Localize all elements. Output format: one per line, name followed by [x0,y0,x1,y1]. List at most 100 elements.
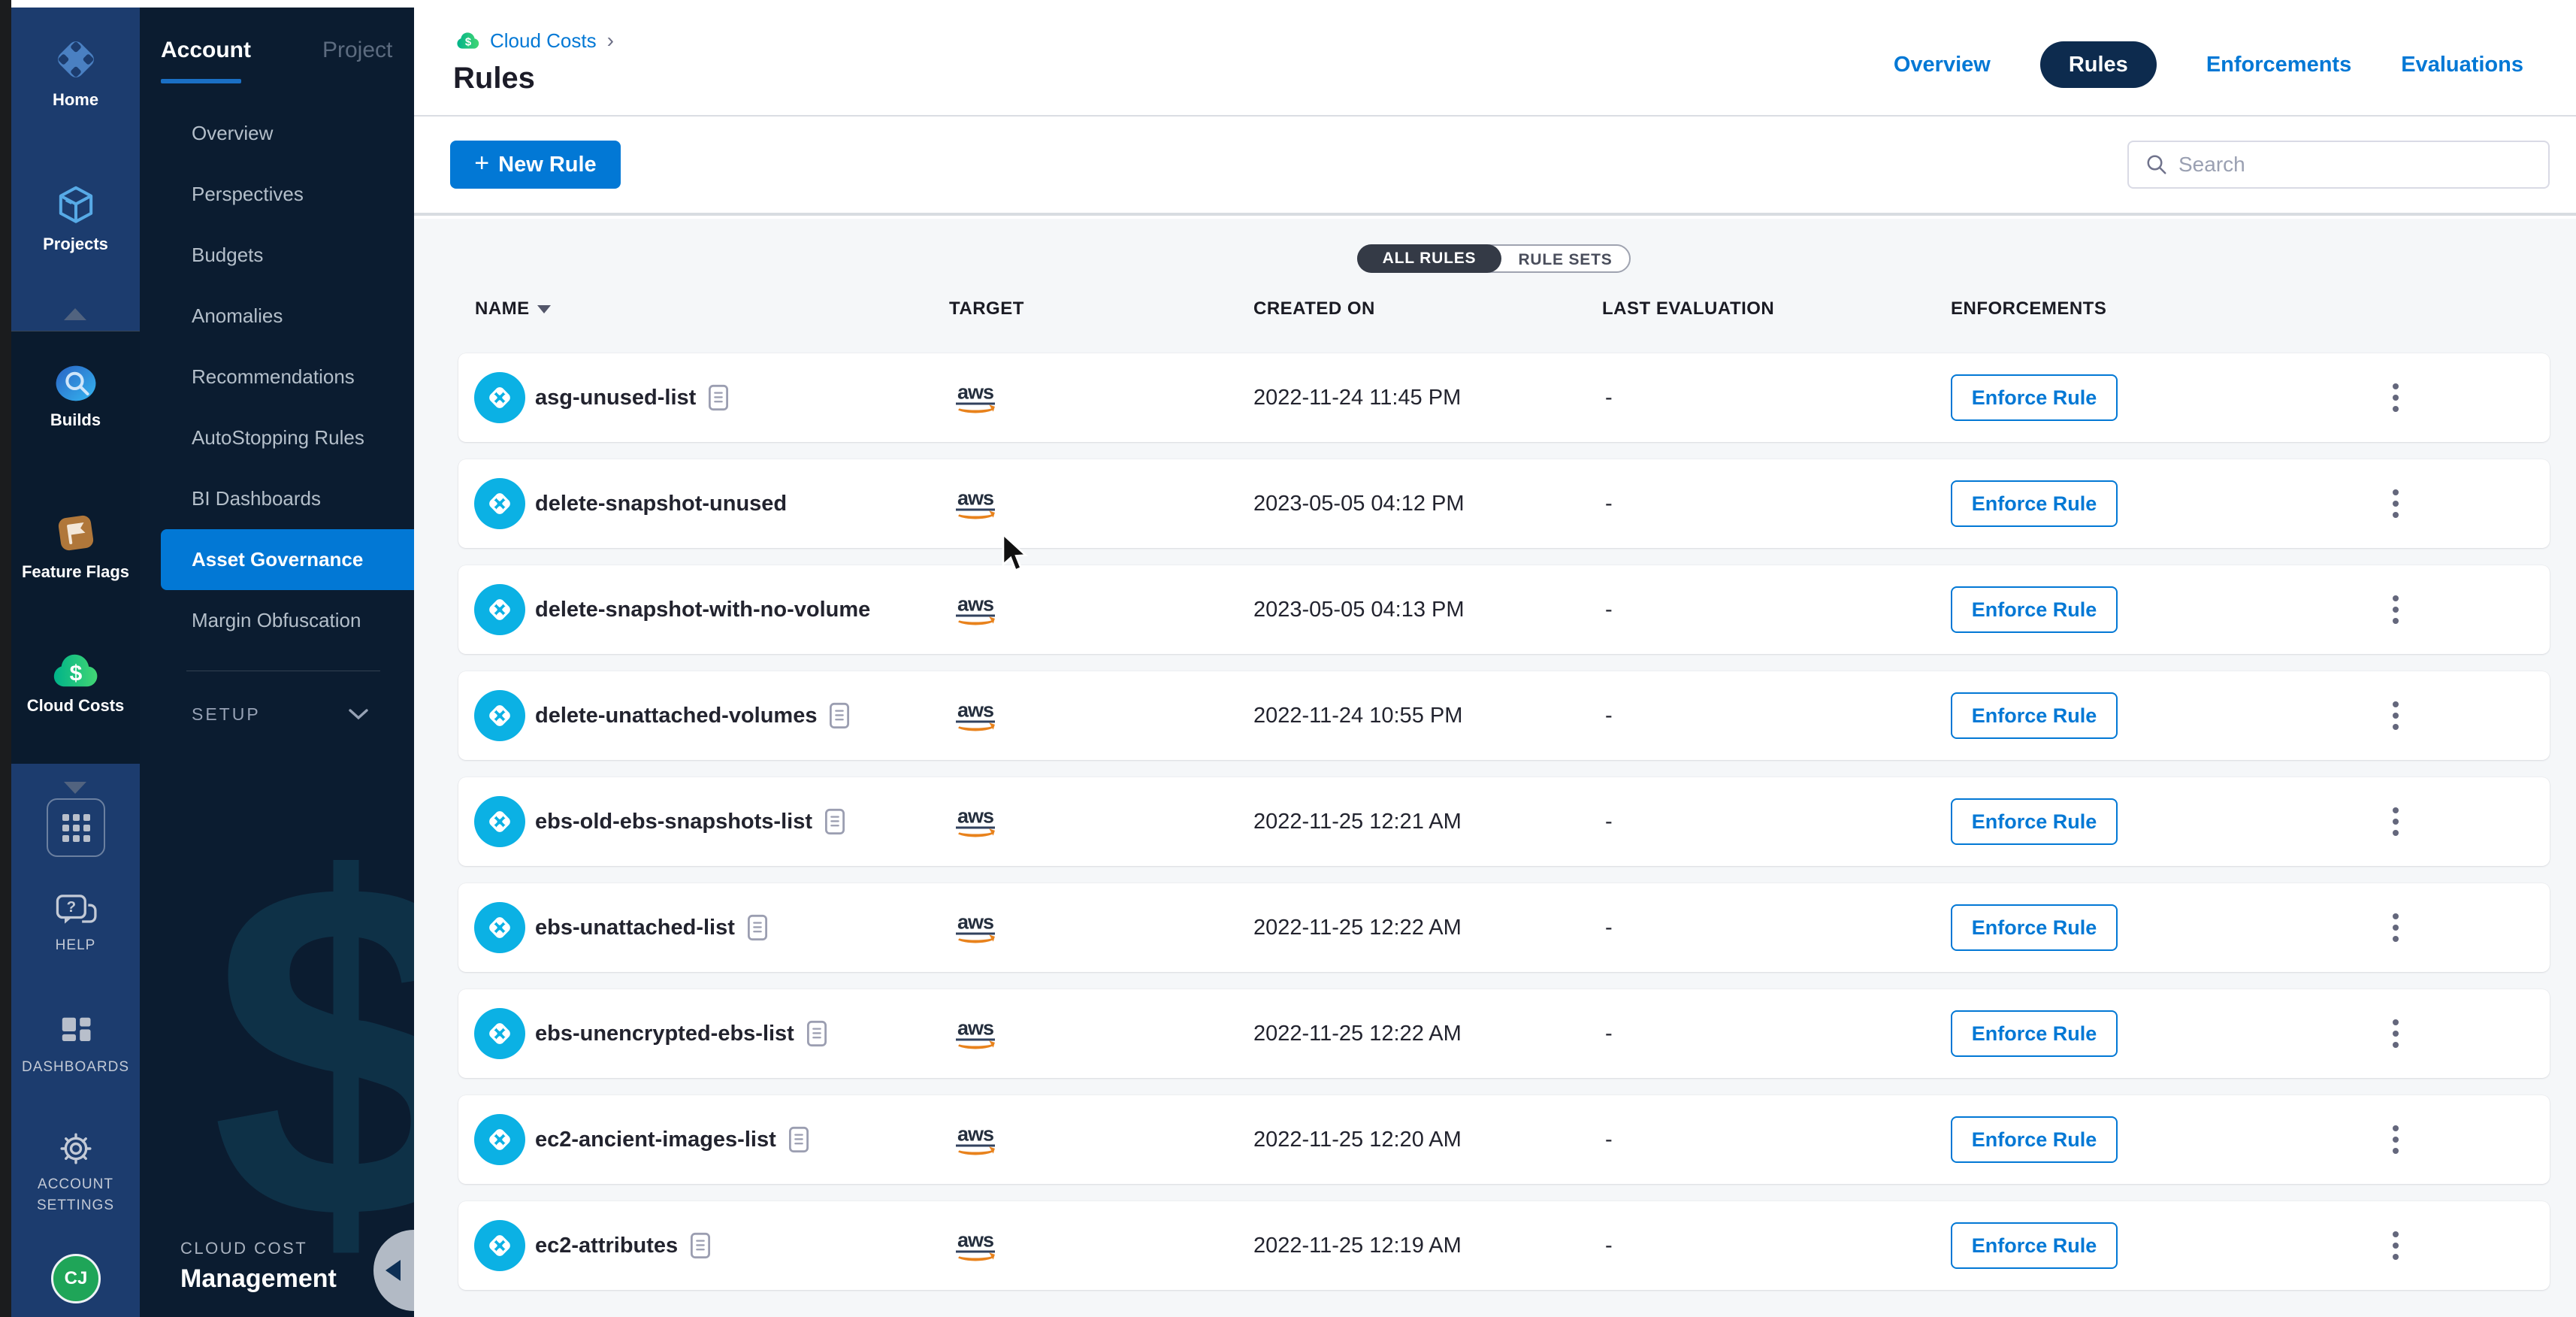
table-row[interactable]: delete-snapshot-unusedaws2023-05-05 04:1… [458,459,2550,548]
row-kebab-menu-icon[interactable] [2381,1095,2411,1184]
table-row[interactable]: ebs-unencrypted-ebs-list aws2022-11-25 1… [458,989,2550,1078]
table-row[interactable]: ebs-unattached-list aws2022-11-25 12:22 … [458,883,2550,972]
rule-notes-icon[interactable] [806,1020,827,1047]
feature-flags-icon [53,510,99,556]
enforce-rule-button[interactable]: Enforce Rule [1951,1010,2118,1057]
rule-name-cell: asg-unused-list [535,353,729,442]
breadcrumb: $ Cloud Costs › [455,29,614,53]
row-kebab-menu-icon[interactable] [2381,777,2411,866]
rule-icon [474,1008,525,1059]
rail-item-home[interactable]: Home [11,35,140,110]
gear-icon [56,1129,95,1168]
user-avatar[interactable]: CJ [51,1254,101,1303]
tab-project[interactable]: Project [322,38,392,63]
table-row[interactable]: ec2-ancient-images-list aws2022-11-25 12… [458,1095,2550,1184]
chevron-down-icon [348,707,369,721]
enforce-rule-button[interactable]: Enforce Rule [1951,904,2118,951]
svg-text:?: ? [66,898,75,916]
sidebar-item-anomalies[interactable]: Anomalies [140,286,414,347]
rule-name: ebs-unattached-list [535,916,735,940]
enforce-rule-button[interactable]: Enforce Rule [1951,374,2118,421]
target-aws-logo: aws [948,1019,1002,1049]
rule-notes-icon[interactable] [708,384,729,411]
sidebar-item-margin-obfuscation[interactable]: Margin Obfuscation [140,590,414,651]
enforce-rule-button[interactable]: Enforce Rule [1951,1116,2118,1163]
enforce-rule-button[interactable]: Enforce Rule [1951,1222,2118,1269]
search-input[interactable] [2178,153,2548,177]
row-kebab-menu-icon[interactable] [2381,1201,2411,1290]
sidebar-item-overview[interactable]: Overview [140,103,414,164]
brand-line2: Management [180,1264,337,1294]
rail-item-help[interactable]: ? HELP [11,892,140,956]
row-kebab-menu-icon[interactable] [2381,353,2411,442]
aws-smile-icon [956,614,995,625]
table-row[interactable]: delete-unattached-volumes aws2022-11-24 … [458,671,2550,760]
module-grid-icon[interactable] [47,798,105,857]
tab-enforcements[interactable]: Enforcements [2206,53,2351,77]
row-kebab-menu-icon[interactable] [2381,565,2411,654]
svg-text:$: $ [69,661,82,686]
created-on-value: 2022-11-24 10:55 PM [1253,671,1462,760]
cloud-costs-breadcrumb-icon: $ [455,31,481,50]
sidebar-item-bi-dashboards[interactable]: BI Dashboards [140,468,414,529]
breadcrumb-cloud-costs-link[interactable]: Cloud Costs [490,29,597,53]
rail-label-feature-flags: Feature Flags [22,562,129,582]
rule-name-cell: ec2-attributes [535,1201,711,1290]
row-kebab-menu-icon[interactable] [2381,671,2411,760]
last-evaluation-value: - [1605,1201,1613,1290]
rule-name: delete-snapshot-unused [535,492,787,516]
rail-scroll-up-icon[interactable] [64,308,86,320]
row-kebab-menu-icon[interactable] [2381,459,2411,548]
enforce-rule-button[interactable]: Enforce Rule [1951,692,2118,739]
rail-item-account-settings[interactable]: ACCOUNT SETTINGS [11,1129,140,1216]
rail-label-projects: Projects [43,235,108,254]
sidebar-item-perspectives[interactable]: Perspectives [140,164,414,225]
dashboards-icon [56,1012,95,1051]
rule-notes-icon[interactable] [690,1232,711,1259]
chevron-left-icon [385,1260,401,1281]
sidebar-item-asset-governance[interactable]: Asset Governance [161,529,414,590]
created-on-value: 2023-05-05 04:13 PM [1253,565,1465,654]
rail-item-cloud-costs[interactable]: $ Cloud Costs [11,651,140,716]
created-on-value: 2022-11-25 12:22 AM [1253,883,1462,972]
rule-notes-icon[interactable] [788,1126,809,1153]
sidebar-item-autostopping-rules[interactable]: AutoStopping Rules [140,407,414,468]
table-row[interactable]: asg-unused-list aws2022-11-24 11:45 PM-E… [458,353,2550,442]
enforce-rule-button[interactable]: Enforce Rule [1951,480,2118,527]
aws-smile-icon [956,508,995,519]
rule-notes-icon[interactable] [824,808,845,835]
sidebar-menu: OverviewPerspectivesBudgetsAnomaliesReco… [140,103,414,651]
sidebar-item-setup[interactable]: SETUP [140,695,414,733]
rail-item-builds[interactable]: Builds [11,362,140,430]
aws-smile-icon [956,1144,995,1155]
tab-rules[interactable]: Rules [2040,41,2157,88]
sidebar-item-budgets[interactable]: Budgets [140,225,414,286]
page-title: Rules [453,62,535,95]
rail-item-feature-flags[interactable]: Feature Flags [11,510,140,582]
sidebar-item-recommendations[interactable]: Recommendations [140,347,414,407]
rail-item-dashboards[interactable]: DASHBOARDS [11,1012,140,1078]
enforce-rule-button[interactable]: Enforce Rule [1951,798,2118,845]
row-kebab-menu-icon[interactable] [2381,883,2411,972]
rule-name-cell: delete-snapshot-with-no-volume [535,565,870,654]
rule-name: delete-unattached-volumes [535,704,817,728]
tab-overview[interactable]: Overview [1894,53,1991,77]
rail-scroll-down-icon[interactable] [64,782,86,794]
row-kebab-menu-icon[interactable] [2381,989,2411,1078]
table-row[interactable]: ec2-attributes aws2022-11-25 12:19 AM-En… [458,1201,2550,1290]
tab-account[interactable]: Account [161,38,251,63]
rule-notes-icon[interactable] [829,702,850,729]
target-aws-logo: aws [948,489,1002,519]
enforce-rule-button[interactable]: Enforce Rule [1951,586,2118,633]
new-rule-button[interactable]: + New Rule [450,141,621,189]
rule-name-cell: delete-snapshot-unused [535,459,787,548]
rule-notes-icon[interactable] [747,914,768,941]
rule-icon [474,478,525,529]
table-row[interactable]: ebs-old-ebs-snapshots-list aws2022-11-25… [458,777,2550,866]
table-row[interactable]: delete-snapshot-with-no-volumeaws2023-05… [458,565,2550,654]
tab-evaluations[interactable]: Evaluations [2401,53,2523,77]
rail-item-projects[interactable]: Projects [11,182,140,254]
module-rail: Home Projects Builds [11,8,140,1317]
aws-smile-icon [956,1250,995,1261]
aws-smile-icon [956,932,995,943]
